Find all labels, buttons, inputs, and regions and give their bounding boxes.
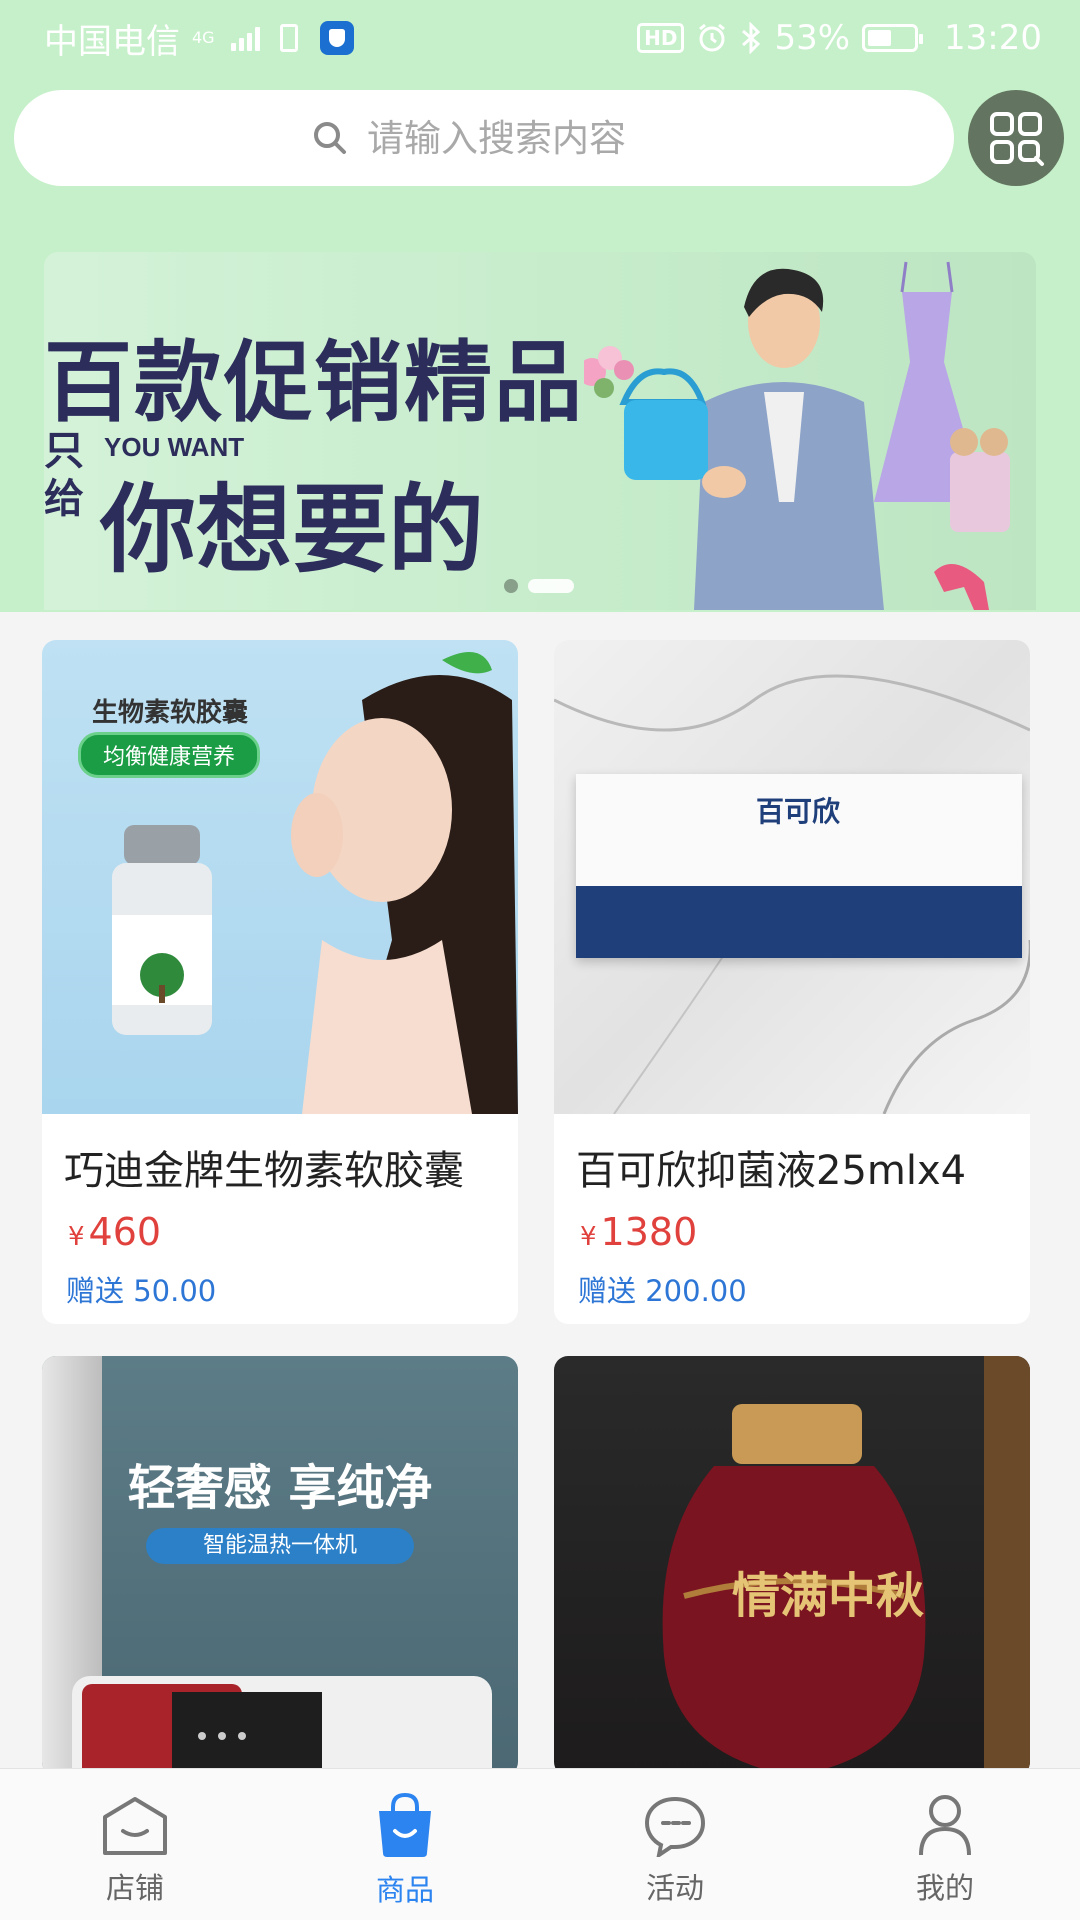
price-value: 1380	[600, 1210, 698, 1254]
tab-label: 店铺	[105, 1871, 164, 1905]
search-icon	[314, 122, 346, 154]
product-image: 生物素软胶囊 均衡健康营养	[42, 640, 518, 1114]
image-headline: 轻奢感 享纯净	[127, 1460, 433, 1516]
price-value: 460	[88, 1210, 162, 1254]
search-input[interactable]	[367, 116, 657, 160]
model-image	[291, 652, 518, 1114]
image-badge: 均衡健康营养	[78, 732, 261, 778]
product-name: 百可欣抑菌液25mlx4	[576, 1148, 967, 1194]
promo-banner[interactable]: 百款促销精品 只给 YOU WANT 你想要的	[44, 252, 1036, 610]
currency-symbol: ¥	[68, 1222, 85, 1252]
search-bar[interactable]	[14, 90, 954, 186]
network-type: 4G	[192, 27, 215, 47]
grid-scan-icon	[990, 112, 1044, 166]
product-card[interactable]: 生物素软胶囊 均衡健康营养 巧迪金牌生物素软胶囊 ¥460 赠送 50.00	[42, 640, 518, 1324]
chat-bubble-icon	[644, 1796, 706, 1857]
purifier-image	[72, 1676, 492, 1776]
product-image: 百可欣	[554, 640, 1030, 1114]
banner-subtitle: 你想要的	[100, 474, 484, 586]
person-icon	[919, 1795, 971, 1856]
product-card[interactable]: 轻奢感 享纯净 智能温热一体机	[42, 1356, 518, 1776]
pagination-dot	[504, 579, 518, 593]
tab-products[interactable]: 商品	[270, 1769, 540, 1920]
status-bar: 中国电信 4G HD 53% 13:20	[0, 0, 1080, 76]
hd-icon: HD	[637, 23, 685, 53]
carrier-label: 中国电信	[44, 21, 180, 62]
product-name: 巧迪金牌生物素软胶囊	[64, 1148, 464, 1194]
pagination-dot-active	[528, 579, 574, 593]
battery-percent: 53%	[774, 18, 851, 58]
currency-symbol: ¥	[580, 1222, 597, 1252]
tab-label: 商品	[375, 1873, 434, 1907]
shopping-bag-icon	[379, 1793, 431, 1857]
product-image: 轻奢感 享纯净 智能温热一体机	[42, 1356, 518, 1776]
banner-model-image	[584, 261, 1010, 610]
signal-icon	[230, 25, 260, 51]
image-badge: 智能温热一体机	[146, 1528, 414, 1564]
tab-label: 我的	[915, 1871, 974, 1905]
bottle-image	[112, 825, 212, 1035]
clock: 13:20	[944, 18, 1042, 58]
product-card[interactable]: 百可欣 百可欣抑菌液25mlx4 ¥1380 赠送 200.00	[554, 640, 1030, 1324]
product-card[interactable]: 情满中秋	[554, 1356, 1030, 1776]
banner-title: 百款促销精品	[44, 331, 585, 434]
alarm-icon	[699, 23, 726, 52]
banner-side-text: 只给	[44, 428, 84, 522]
product-price: ¥1380	[580, 1210, 697, 1254]
bottom-tab-bar: 店铺 商品 活动 我的	[0, 1768, 1080, 1920]
sim-icon	[279, 24, 298, 52]
scan-button[interactable]	[968, 90, 1064, 186]
tab-activities[interactable]: 活动	[540, 1769, 810, 1920]
tab-label: 活动	[645, 1871, 704, 1905]
image-headline: 情满中秋	[732, 1568, 925, 1624]
product-image: 情满中秋	[554, 1356, 1030, 1776]
banner-pagination	[504, 579, 574, 593]
battery-icon	[862, 24, 924, 52]
product-box: 百可欣	[576, 774, 1022, 958]
store-icon	[103, 1797, 167, 1855]
product-gift: 赠送 50.00	[66, 1274, 217, 1308]
image-text: 生物素软胶囊	[92, 698, 249, 728]
shield-app-icon	[319, 21, 354, 55]
tab-store[interactable]: 店铺	[0, 1769, 270, 1920]
product-gift: 赠送 200.00	[578, 1274, 747, 1308]
box-brand: 百可欣	[756, 795, 841, 828]
bluetooth-icon	[742, 22, 761, 54]
product-price: ¥460	[68, 1210, 161, 1254]
tab-profile[interactable]: 我的	[810, 1769, 1080, 1920]
